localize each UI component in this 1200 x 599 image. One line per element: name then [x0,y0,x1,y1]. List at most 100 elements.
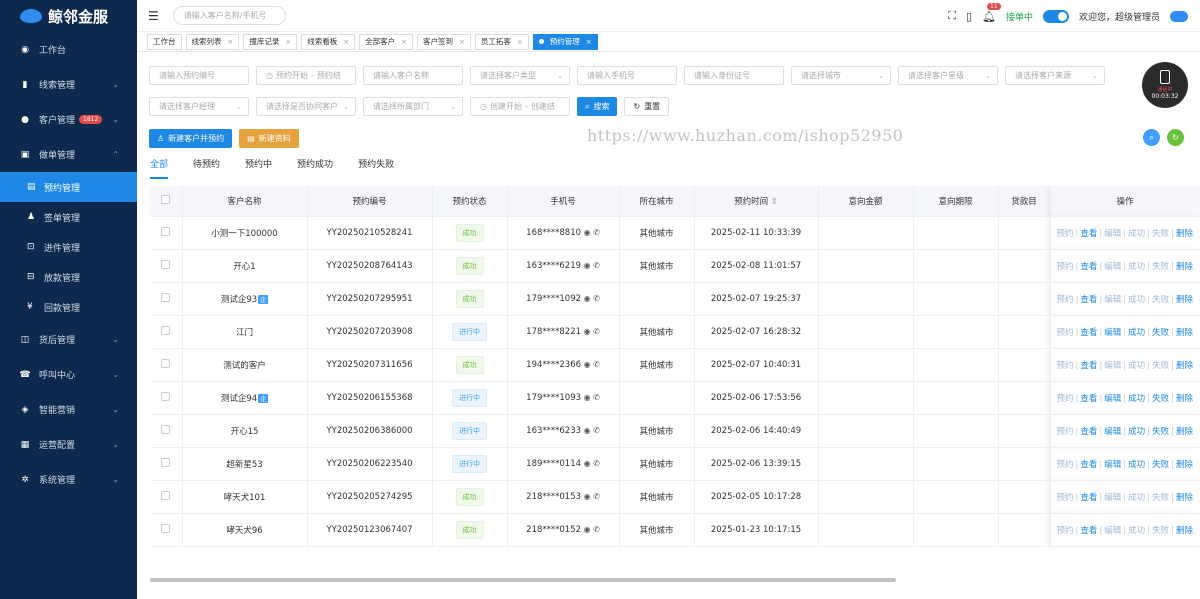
checkbox[interactable] [161,523,171,533]
phone-call-icon[interactable]: ✆ [591,294,600,303]
tab-2[interactable]: 撞库记录 × [243,33,298,50]
status-tab-4[interactable]: 预约失败 [358,157,394,179]
op-fail-link[interactable]: 失败 [1152,427,1169,437]
close-icon[interactable]: × [401,38,407,46]
op-view-link[interactable]: 查看 [1080,394,1097,404]
sidebar-item-dashboard[interactable]: ◉ 工作台 [0,32,137,67]
op-delete-link[interactable]: 删除 [1176,295,1193,305]
horizontal-scrollbar[interactable] [150,577,1200,583]
user-avatar[interactable] [1170,10,1188,22]
checkbox[interactable] [161,325,171,335]
tab-0[interactable]: 工作台 [147,33,182,50]
checkbox[interactable] [161,391,171,401]
checkbox[interactable] [161,457,171,467]
fullscreen-icon[interactable]: ⛶ [948,9,956,23]
close-icon[interactable]: × [285,38,291,46]
op-delete-link[interactable]: 删除 [1176,394,1193,404]
op-delete-link[interactable]: 删除 [1176,460,1193,470]
customer-type-select[interactable]: 请选择客户类型 ⌄ [470,66,570,85]
search-button[interactable]: ⌕ 搜索 [577,97,618,116]
coop-select[interactable]: 请选择是否协同客户 ⌄ [256,97,356,116]
row-select-cell[interactable] [150,348,183,382]
bell-icon[interactable]: 🔔︎ 11 [982,2,1001,23]
op-view-link[interactable]: 查看 [1080,493,1097,503]
op-success-link[interactable]: 成功 [1128,427,1145,437]
op-delete-link[interactable]: 删除 [1176,361,1193,371]
status-tab-3[interactable]: 预约成功 [297,157,333,179]
phone-call-icon[interactable]: ✆ [591,492,600,501]
sidebar-item-customers[interactable]: ● 客户管理 1812 ⌄ [0,102,137,137]
accept-orders-toggle[interactable] [1042,9,1069,23]
op-success-link[interactable]: 成功 [1128,460,1145,470]
op-view-link[interactable]: 查看 [1080,526,1097,536]
close-icon[interactable]: × [459,38,465,46]
op-view-link[interactable]: 查看 [1080,328,1097,338]
checkbox[interactable] [161,358,171,368]
eye-icon[interactable]: ◉ [581,360,591,369]
id-card-input[interactable]: 请输入身份证号 [684,66,784,85]
tab-5[interactable]: 客户签到 × [417,33,471,50]
op-success-link[interactable]: 成功 [1128,394,1145,404]
sidebar-item-marketing[interactable]: ◈ 智能营销 ⌄ [0,392,137,427]
close-icon[interactable]: × [586,38,592,46]
dept-select[interactable]: 请选择所属部门 ⌄ [363,97,463,116]
phone-call-icon[interactable]: ✆ [591,426,600,435]
new-customer-appointment-button[interactable]: ♙ 新建客户并预约 [149,129,233,148]
sidebar-item-ops-config[interactable]: ▦ 运营配置 ⌄ [0,427,137,462]
phone-widget[interactable]: 通话中 00:03:32 [1142,62,1188,108]
checkbox[interactable] [161,259,171,269]
new-data-button[interactable]: ▤ 新建资料 [239,129,299,148]
create-date-range[interactable]: ◷ 创建开始 - 创建结 [470,97,570,116]
close-icon[interactable]: × [517,38,523,46]
checkbox[interactable] [161,194,171,204]
op-fail-link[interactable]: 失败 [1152,460,1169,470]
customer-name-input[interactable]: 请输入客户名称 [363,66,463,85]
app-logo[interactable]: 鲸邻金服 [0,0,137,32]
tab-7[interactable]: 预约管理 × [532,33,598,50]
eye-icon[interactable]: ◉ [581,426,591,435]
sidebar-item-leads[interactable]: ▮ 线索管理 ⌄ [0,67,137,102]
op-success-link[interactable]: 成功 [1128,328,1145,338]
sidebar-item-progress[interactable]: ⊡ 进件管理 [0,232,137,262]
sort-icon[interactable]: ⇕ [768,197,778,207]
hamburger-icon[interactable]: ☰ [148,9,159,23]
sidebar-item-storage[interactable]: ◫ 货后管理 ⌄ [0,322,137,357]
checkbox[interactable] [161,226,171,236]
phone-call-icon[interactable]: ✆ [591,360,600,369]
header-search-input[interactable]: 请输入客户名称/手机号 [172,6,286,25]
op-view-link[interactable]: 查看 [1080,262,1097,272]
eye-icon[interactable]: ◉ [581,261,591,270]
status-tab-0[interactable]: 全部 [150,157,169,179]
checkbox[interactable] [161,292,171,302]
checkbox[interactable] [161,490,171,500]
row-select-cell[interactable] [150,480,183,514]
row-select-cell[interactable] [150,447,183,481]
row-select-cell[interactable] [150,513,183,547]
phone-call-icon[interactable]: ✆ [591,261,600,270]
op-edit-link[interactable]: 编辑 [1104,427,1121,437]
checkbox[interactable] [161,424,171,434]
op-view-link[interactable]: 查看 [1080,427,1097,437]
sidebar-item-appointment[interactable]: ▤ 预约管理 [0,172,137,202]
row-select-cell[interactable] [150,249,183,283]
phone-call-icon[interactable]: ✆ [591,228,600,237]
op-fail-link[interactable]: 失败 [1152,328,1169,338]
eye-icon[interactable]: ◉ [581,459,591,468]
select-all-header[interactable] [150,186,183,217]
op-view-link[interactable]: 查看 [1080,295,1097,305]
tab-3[interactable]: 线索看板 × [301,33,356,50]
eye-icon[interactable]: ◉ [581,228,591,237]
scroll-thumb[interactable] [150,578,896,582]
eye-icon[interactable]: ◉ [581,525,591,534]
sidebar-item-call[interactable]: ☎ 呼叫中心 ⌄ [0,357,137,392]
reset-button[interactable]: ↻ 重置 [624,97,670,116]
status-tab-1[interactable]: 待预约 [193,157,220,179]
close-icon[interactable]: × [343,38,349,46]
tab-4[interactable]: 全部客户 × [359,33,413,50]
op-delete-link[interactable]: 删除 [1176,526,1193,536]
tab-6[interactable]: 员工拓客 × [474,33,529,50]
op-delete-link[interactable]: 删除 [1176,328,1193,338]
phone-call-icon[interactable]: ✆ [591,327,600,336]
phone-call-icon[interactable]: ✆ [591,393,600,402]
phone-call-icon[interactable]: ✆ [591,459,600,468]
